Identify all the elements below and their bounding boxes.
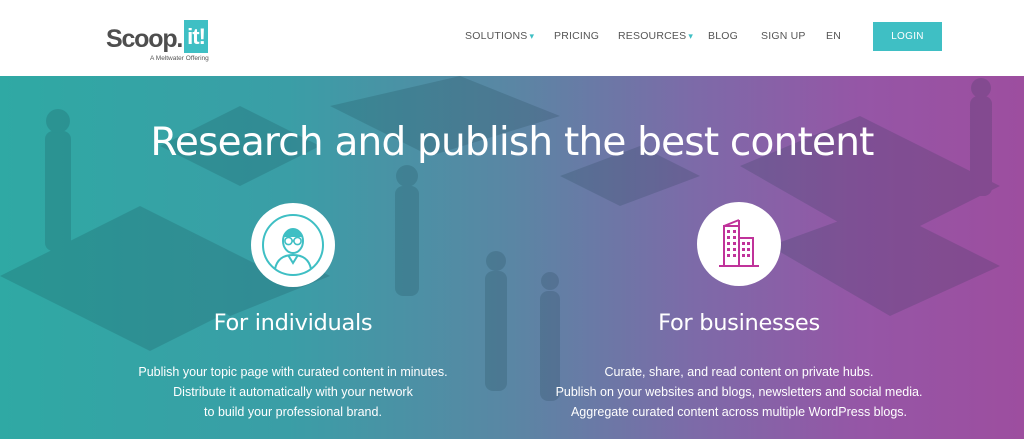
nav-solutions-label: SOLUTIONS — [465, 30, 528, 42]
nav-solutions[interactable]: SOLUTIONS ▾ — [465, 30, 534, 42]
individuals-line-3: to build your professional brand. — [204, 405, 382, 419]
caret-down-icon: ▾ — [529, 31, 535, 41]
businesses-line-2: Publish on your websites and blogs, news… — [555, 385, 923, 399]
hero-section: Research and publish the best content Fo… — [0, 76, 1024, 439]
nav-blog-label: BLOG — [708, 30, 738, 42]
main-nav: SOLUTIONS ▾ PRICING RESOURCES ▾ BLOG SIGN … — [0, 30, 1024, 44]
nav-sign-up-label: SIGN UP — [761, 30, 806, 42]
nav-pricing[interactable]: PRICING — [554, 30, 599, 42]
individuals-line-1: Publish your topic page with curated con… — [138, 365, 448, 379]
site-header: Scoop. it! A Meltwater Offering SOLUTION… — [0, 0, 1024, 76]
businesses-line-1: Curate, share, and read content on priva… — [604, 365, 874, 379]
individuals-description: Publish your topic page with curated con… — [93, 362, 493, 422]
nav-resources-label: RESOURCES — [618, 30, 687, 42]
nav-language-label: EN — [826, 30, 841, 42]
individuals-line-2: Distribute it automatically with your ne… — [173, 385, 413, 399]
login-button[interactable]: LOGIN — [873, 22, 942, 51]
hero-title: Research and publish the best content — [150, 120, 874, 165]
businesses-line-3: Aggregate curated content across multipl… — [570, 405, 908, 419]
nav-blog[interactable]: BLOG — [708, 30, 738, 42]
caret-down-icon: ▾ — [688, 31, 694, 41]
nav-pricing-label: PRICING — [554, 30, 600, 42]
person-glasses-icon — [251, 203, 335, 287]
businesses-description: Curate, share, and read content on priva… — [509, 362, 969, 422]
nav-language[interactable]: EN — [826, 30, 841, 42]
nav-sign-up[interactable]: SIGN UP — [761, 30, 806, 42]
individuals-title: For individuals — [213, 310, 373, 336]
businesses-title: For businesses — [658, 310, 820, 336]
logo-tagline: A Meltwater Offering — [150, 55, 209, 62]
buildings-icon — [697, 202, 781, 286]
nav-resources[interactable]: RESOURCES ▾ — [618, 30, 693, 42]
